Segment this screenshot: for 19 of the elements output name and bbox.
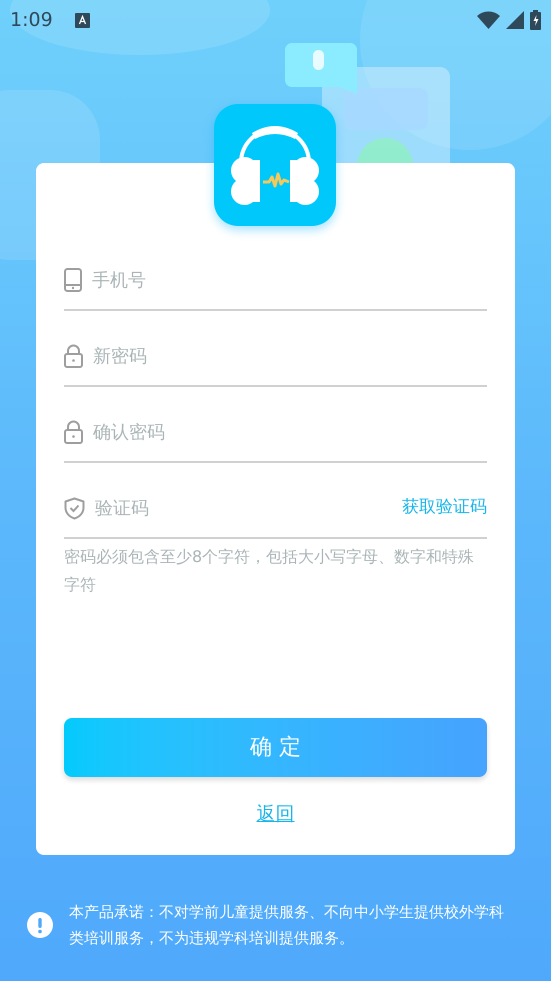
input-field[interactable]: 新密码 — [93, 342, 487, 370]
get-code-link[interactable]: 获取验证码 — [402, 495, 487, 521]
confirm-button[interactable]: 确 定 — [64, 718, 487, 777]
lock-icon — [64, 344, 83, 368]
phone-icon — [64, 268, 82, 292]
service-notice: 本产品承诺：不对学前儿童提供服务、不向中小学生提供校外学科类培训服务，不为违规学科培训提供服务。 — [69, 902, 505, 949]
battery-icon — [530, 10, 541, 30]
shield-check-icon — [64, 496, 85, 520]
input-field[interactable]: 验证码 — [95, 494, 392, 522]
wifi-icon — [477, 11, 500, 29]
password-hint: 密码必须包含至少8个字符，包括大小写字母、数字和特殊字符 — [64, 546, 476, 596]
input-field[interactable]: 确认密码 — [93, 418, 487, 446]
warning-icon — [27, 912, 53, 938]
back-link[interactable]: 返回 — [256, 802, 294, 826]
keyboard-notification-icon — [74, 12, 90, 28]
input-field[interactable]: 手机号 — [92, 266, 487, 294]
signal-icon — [506, 11, 524, 29]
lock-icon — [64, 420, 83, 444]
status-time: 1:09 — [10, 8, 53, 33]
